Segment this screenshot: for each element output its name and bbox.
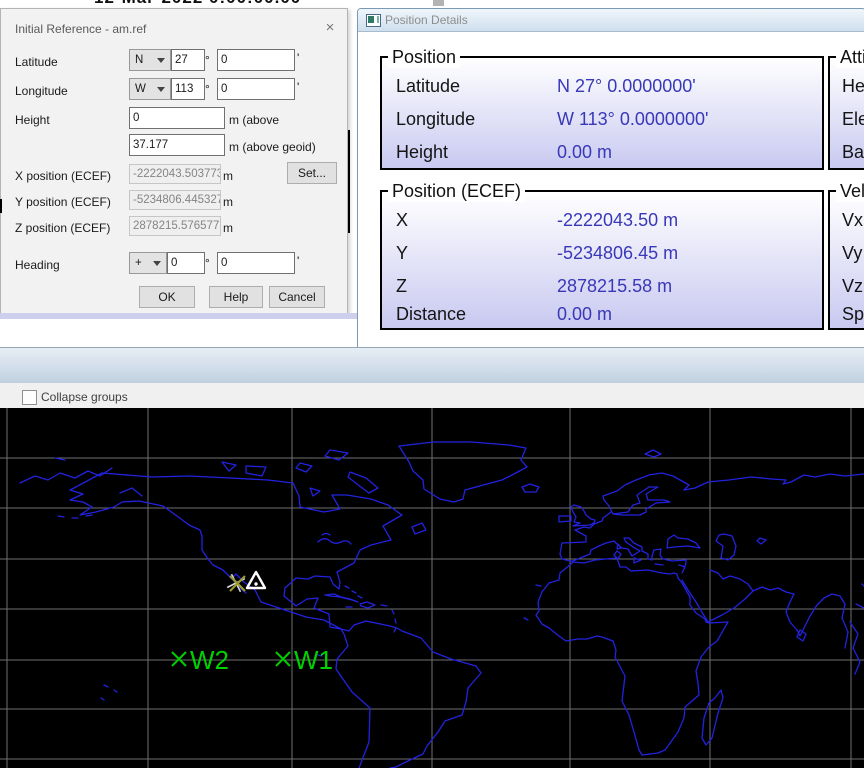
collapse-groups-label: Collapse groups xyxy=(41,390,128,404)
vx-row-label: Vx xyxy=(842,210,863,230)
distance-row-label: Distance xyxy=(396,304,466,324)
map-grid xyxy=(0,408,864,768)
y-ecef-unit: m xyxy=(223,195,233,209)
longitude-degrees-input[interactable]: 113 xyxy=(171,78,205,100)
attitude-group: Attitude Heading Elevation Bank xyxy=(828,56,864,170)
clipped-datetime: 12-Mar-2022 0:00:00.00 xyxy=(94,0,324,8)
x-ecef-label: X position (ECEF) xyxy=(15,169,111,183)
z-ecef-label: Z position (ECEF) xyxy=(15,221,110,235)
position-ecef-group: Position (ECEF) X-2222043.50 m Y-5234806… xyxy=(380,190,824,330)
heading-degrees-input[interactable]: 0 xyxy=(167,252,205,274)
height-unit: m (above xyxy=(229,113,279,127)
waypoint-w1-marker[interactable] xyxy=(276,652,290,666)
height-geoid-unit: m (above geoid) xyxy=(229,140,316,154)
heading-label: Heading xyxy=(15,258,60,272)
y-ecef-value: -5234806.445327 xyxy=(129,190,221,210)
heading-minutes-input[interactable]: 0 xyxy=(217,252,295,274)
velocity-group: Velocity Vx Vy Vz Speed xyxy=(828,190,864,330)
longitude-minutes-input[interactable]: 0 xyxy=(217,78,295,100)
x-ecef-value: -2222043.503773 xyxy=(129,164,221,184)
elevation-row-label: Elevation xyxy=(842,109,864,129)
chevron-down-icon xyxy=(153,261,161,266)
minute-symbol: ' xyxy=(297,51,299,65)
bank-row-label: Bank xyxy=(842,142,864,162)
distance-row-value: 0.00 m xyxy=(557,304,612,325)
titlebar[interactable]: Position Details xyxy=(358,9,864,32)
longitude-row-label: Longitude xyxy=(396,109,475,129)
x-ecef-unit: m xyxy=(223,169,233,183)
height-input[interactable]: 0 xyxy=(129,107,225,129)
position-group: Position LatitudeN 27° 0.0000000' Longit… xyxy=(380,56,824,170)
position-ecef-legend: Position (ECEF) xyxy=(388,181,525,202)
ok-button[interactable]: OK xyxy=(139,286,195,308)
height-row-label: Height xyxy=(396,142,448,162)
x-row-label: X xyxy=(396,210,408,230)
z-row-label: Z xyxy=(396,276,407,296)
cancel-button[interactable]: Cancel xyxy=(269,286,325,308)
help-button[interactable]: Help xyxy=(209,286,263,308)
checkbox-strip: Collapse groups xyxy=(0,383,864,408)
longitude-row-value: W 113° 0.0000000' xyxy=(557,109,708,130)
minute-symbol: ' xyxy=(297,254,299,268)
y-row-label: Y xyxy=(396,243,408,263)
latitude-degrees-input[interactable]: 27 xyxy=(171,49,205,71)
latitude-label: Latitude xyxy=(15,55,58,69)
world-map-view[interactable]: W2 W1 xyxy=(0,408,864,768)
z-ecef-value: 2878215.576577 xyxy=(129,216,221,236)
height-row-value: 0.00 m xyxy=(557,142,612,163)
degree-symbol: ° xyxy=(205,82,210,96)
window-edge-fragment xyxy=(0,313,360,319)
waypoint-w1-label[interactable]: W1 xyxy=(294,645,333,675)
attitude-legend: Attitude xyxy=(836,47,864,68)
border-fragment xyxy=(348,130,350,233)
window-title: Position Details xyxy=(385,13,468,27)
initial-reference-dialog: Initial Reference - am.ref × Latitude N … xyxy=(0,8,348,314)
latitude-hemisphere-dropdown[interactable]: N xyxy=(129,49,171,71)
heading-sign-dropdown[interactable]: + xyxy=(129,252,167,274)
collapse-groups-checkbox[interactable] xyxy=(22,390,37,405)
latitude-row-value: N 27° 0.0000000' xyxy=(557,76,696,97)
degree-symbol: ° xyxy=(205,256,210,270)
velocity-legend: Velocity xyxy=(836,181,864,202)
height-label: Height xyxy=(15,113,50,127)
vz-row-label: Vz xyxy=(842,276,863,296)
z-ecef-unit: m xyxy=(223,221,233,235)
dialog-title: Initial Reference - am.ref xyxy=(15,22,146,36)
x-row-value: -2222043.50 m xyxy=(557,210,678,231)
window-fragment xyxy=(433,0,444,6)
coastlines xyxy=(20,442,864,768)
reference-x-marker[interactable] xyxy=(230,576,245,591)
y-ecef-label: Y position (ECEF) xyxy=(15,195,111,209)
chevron-down-icon xyxy=(157,58,165,63)
longitude-label: Longitude xyxy=(15,84,68,98)
vehicle-triangle-marker[interactable] xyxy=(247,572,265,588)
border-fragment xyxy=(0,199,2,213)
chevron-down-icon xyxy=(157,87,165,92)
height-geoid-input[interactable]: 37.177 xyxy=(129,134,225,156)
vy-row-label: Vy xyxy=(842,243,862,263)
set-button[interactable]: Set... xyxy=(287,162,337,184)
close-icon[interactable]: × xyxy=(321,19,339,37)
degree-symbol: ° xyxy=(205,53,210,67)
minute-symbol: ' xyxy=(297,80,299,94)
speed-row-label: Speed xyxy=(842,304,864,324)
z-row-value: 2878215.58 m xyxy=(557,276,672,297)
window-icon xyxy=(366,14,381,27)
waypoint-w2-label[interactable]: W2 xyxy=(190,645,229,675)
latitude-minutes-input[interactable]: 0 xyxy=(217,49,295,71)
longitude-hemisphere-dropdown[interactable]: W xyxy=(129,78,171,100)
waypoint-w2-marker[interactable] xyxy=(172,652,186,666)
position-legend: Position xyxy=(388,47,460,68)
latitude-row-label: Latitude xyxy=(396,76,460,96)
toolbar-strip xyxy=(0,347,864,384)
y-row-value: -5234806.45 m xyxy=(557,243,678,264)
heading-row-label: Heading xyxy=(842,76,864,96)
